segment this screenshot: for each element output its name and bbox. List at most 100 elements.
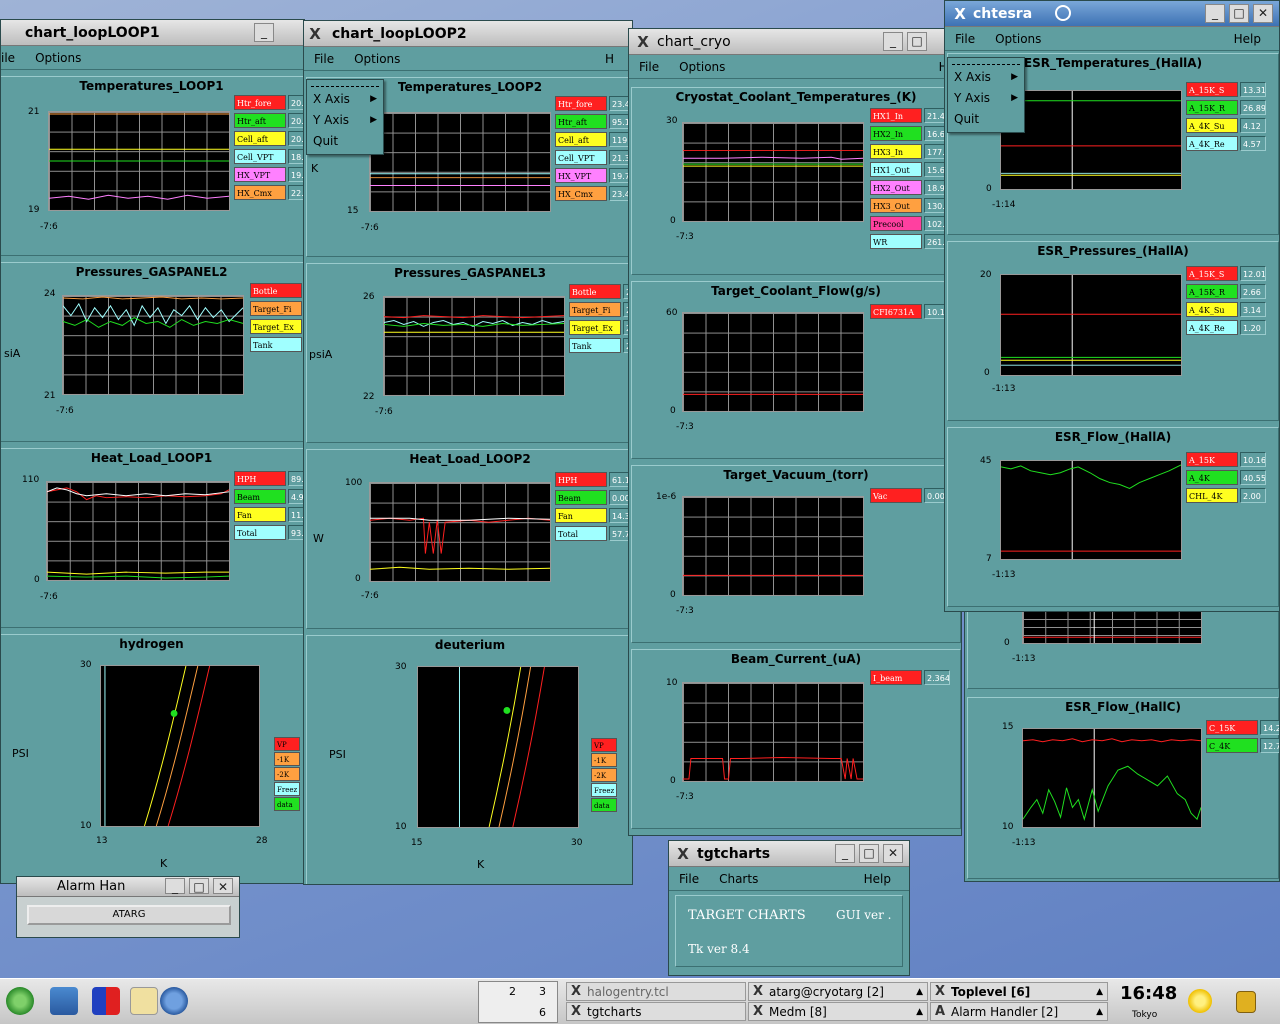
task-tgtcharts[interactable]: Xtgtcharts bbox=[566, 1002, 746, 1021]
control-center-icon[interactable] bbox=[92, 987, 120, 1015]
window-chart-cryo[interactable]: Xchart_cryo _ □ File Options He Cryostat… bbox=[628, 28, 962, 836]
tear-off-line[interactable] bbox=[311, 86, 379, 87]
menu-item-quit[interactable]: Quit bbox=[948, 109, 1024, 130]
browser-icon[interactable] bbox=[160, 987, 188, 1015]
window-title: chart_loopLOOP2 bbox=[332, 25, 467, 42]
legend-entry: HX_VPT bbox=[555, 168, 607, 183]
clock-city: Tokyo bbox=[1132, 1010, 1158, 1020]
taskbar: 2 3 6 Xhalogentry.tcl Xtgtcharts Xatarg@… bbox=[0, 978, 1280, 1024]
pager-desktop-6[interactable]: 6 bbox=[539, 1006, 546, 1019]
window-tgtcharts[interactable]: Xtgtcharts _ □ ✕ File Charts Help TARGET… bbox=[668, 840, 910, 976]
panel-phase-deuterium: deuterium PSI K 30 10 15 30 VP -1K -2K Free… bbox=[306, 635, 632, 884]
minimize-button[interactable]: _ bbox=[165, 878, 185, 894]
title-bar[interactable]: Alarm Han _ □ ✕ bbox=[17, 877, 239, 897]
title-bar[interactable]: Xchtesra _ □ ✕ bbox=[945, 1, 1279, 27]
panel-title: ESR_Flow_(HallC) bbox=[1065, 700, 1181, 714]
plot-area bbox=[62, 295, 244, 395]
close-button[interactable]: ✕ bbox=[883, 844, 903, 863]
y-min: 10 bbox=[80, 821, 92, 831]
phase-legend-entry: Freez bbox=[591, 783, 617, 797]
maximize-button[interactable]: □ bbox=[859, 844, 879, 863]
menu-file[interactable]: File bbox=[629, 60, 669, 74]
pager-desktop-2[interactable]: 2 bbox=[509, 985, 516, 998]
menu-charts[interactable]: Charts bbox=[709, 872, 768, 886]
menu-options[interactable]: Options bbox=[985, 32, 1051, 46]
y-min: 0 bbox=[670, 216, 676, 226]
y-min: 7 bbox=[986, 554, 992, 564]
menu-options[interactable]: Options bbox=[25, 51, 91, 65]
menu-file[interactable]: File bbox=[945, 32, 985, 46]
legend-value: 2.364 bbox=[924, 670, 950, 685]
options-dropdown[interactable]: X Axis ▶ Y Axis ▶ Quit bbox=[947, 57, 1025, 133]
x-min: -1:13 bbox=[1012, 838, 1036, 848]
x-min: -7:3 bbox=[676, 232, 694, 242]
y-min: 0 bbox=[984, 368, 990, 378]
tear-off-line[interactable] bbox=[952, 64, 1020, 65]
title-bar[interactable]: Xtgtcharts _ □ ✕ bbox=[669, 841, 909, 867]
menu-item-x-axis[interactable]: X Axis ▶ bbox=[307, 89, 383, 110]
menu-item-quit[interactable]: Quit bbox=[307, 131, 383, 152]
x-min: -7:3 bbox=[676, 792, 694, 802]
minimize-button[interactable]: _ bbox=[835, 844, 855, 863]
pager-desktop-3[interactable]: 3 bbox=[539, 985, 546, 998]
menu-help[interactable]: Help bbox=[1224, 32, 1271, 46]
title-bar[interactable]: chart_loopLOOP1 _ bbox=[1, 20, 304, 46]
menu-file[interactable]: File bbox=[304, 52, 344, 66]
window-alarm-handler[interactable]: Alarm Han _ □ ✕ ATARG bbox=[16, 876, 240, 938]
menu-file[interactable]: ile bbox=[1, 51, 25, 65]
maximize-button[interactable]: □ bbox=[189, 878, 209, 894]
menu-help[interactable]: Help bbox=[854, 872, 901, 886]
title-bar[interactable]: Xchart_cryo _ □ bbox=[629, 29, 961, 55]
menu-item-x-axis[interactable]: X Axis ▶ bbox=[948, 67, 1024, 88]
panel-title: Pressures_GASPANEL2 bbox=[75, 265, 228, 279]
window-chart-loop1[interactable]: chart_loopLOOP1 _ ile Options Temperatur… bbox=[0, 19, 305, 884]
menu-file[interactable]: File bbox=[669, 872, 709, 886]
x-min: 15 bbox=[411, 838, 423, 848]
phase-legend-entry: VP bbox=[591, 738, 617, 752]
window-chtesra[interactable]: Xchtesra _ □ ✕ File Options Help ESR_Tem… bbox=[944, 0, 1280, 612]
desktop-icon[interactable] bbox=[50, 987, 78, 1015]
maximize-button[interactable]: □ bbox=[907, 32, 927, 51]
title-bar[interactable]: Xchart_loopLOOP2 bbox=[304, 21, 632, 47]
close-button[interactable]: ✕ bbox=[1253, 4, 1273, 23]
pager[interactable]: 2 3 6 bbox=[478, 981, 558, 1023]
maximize-button[interactable]: □ bbox=[1229, 4, 1249, 23]
plot-area bbox=[682, 496, 864, 596]
clock[interactable]: 16:48 bbox=[1120, 983, 1177, 1004]
task-alarm-handler[interactable]: A Alarm Handler [2] ▲ bbox=[930, 1002, 1108, 1021]
legend-entry: HX2_In bbox=[870, 126, 922, 141]
window-chart-loop2[interactable]: Xchart_loopLOOP2 File Options H Temperat… bbox=[303, 20, 633, 885]
minimize-button[interactable]: _ bbox=[254, 23, 274, 42]
minimize-button[interactable]: _ bbox=[883, 32, 903, 51]
window-esr-hallc[interactable]: 0 -1:13 ESR_Flow_(HallC) 15 10 -1:13 C_1… bbox=[964, 600, 1280, 882]
menu-options[interactable]: Options bbox=[669, 60, 735, 74]
atarg-button[interactable]: ATARG bbox=[27, 905, 231, 925]
distro-menu-icon[interactable] bbox=[6, 987, 34, 1015]
y-max: 30 bbox=[666, 116, 678, 126]
legend-entry: A_4K_Re bbox=[1186, 320, 1238, 335]
menu-help[interactable]: H bbox=[595, 52, 624, 66]
task-atarg-cryotarg[interactable]: Xatarg@cryotarg [2] ▲ bbox=[748, 982, 928, 1001]
menu-options[interactable]: Options bbox=[344, 52, 410, 66]
legend-entry: HX_VPT bbox=[234, 167, 286, 182]
x-min: -7:3 bbox=[676, 422, 694, 432]
task-medm[interactable]: X Medm [8] ▲ bbox=[748, 1002, 928, 1021]
lock-icon[interactable] bbox=[1236, 991, 1256, 1013]
weather-sun-icon[interactable] bbox=[1188, 989, 1212, 1013]
menu-item-y-axis[interactable]: Y Axis ▶ bbox=[948, 88, 1024, 109]
menu-item-y-axis[interactable]: Y Axis ▶ bbox=[307, 110, 383, 131]
menu-bar: ile Options bbox=[1, 46, 304, 70]
close-button[interactable]: ✕ bbox=[213, 878, 233, 894]
panel-coolant-flow: Target_Coolant_Flow(g/s) 60 0 -7:3 CFI67… bbox=[631, 281, 961, 459]
legend-entry: A_15K bbox=[1186, 452, 1238, 467]
legend-entry: A_15K_S bbox=[1186, 266, 1238, 281]
task-toplevel[interactable]: X Toplevel [6] ▲ bbox=[930, 982, 1108, 1001]
minimize-button[interactable]: _ bbox=[1205, 4, 1225, 23]
file-manager-icon[interactable] bbox=[130, 987, 158, 1015]
options-dropdown[interactable]: X Axis ▶ Y Axis ▶ Quit bbox=[306, 79, 384, 155]
x-app-icon: X bbox=[753, 984, 764, 999]
legend-value: 4.12 bbox=[1240, 118, 1266, 133]
legend-value: 26.89 bbox=[1240, 100, 1266, 115]
task-halogentry[interactable]: Xhalogentry.tcl bbox=[566, 982, 746, 1001]
panel-pressures: Pressures_GASPANEL2 siA 24 21 -7:6 Bottl… bbox=[1, 262, 304, 442]
